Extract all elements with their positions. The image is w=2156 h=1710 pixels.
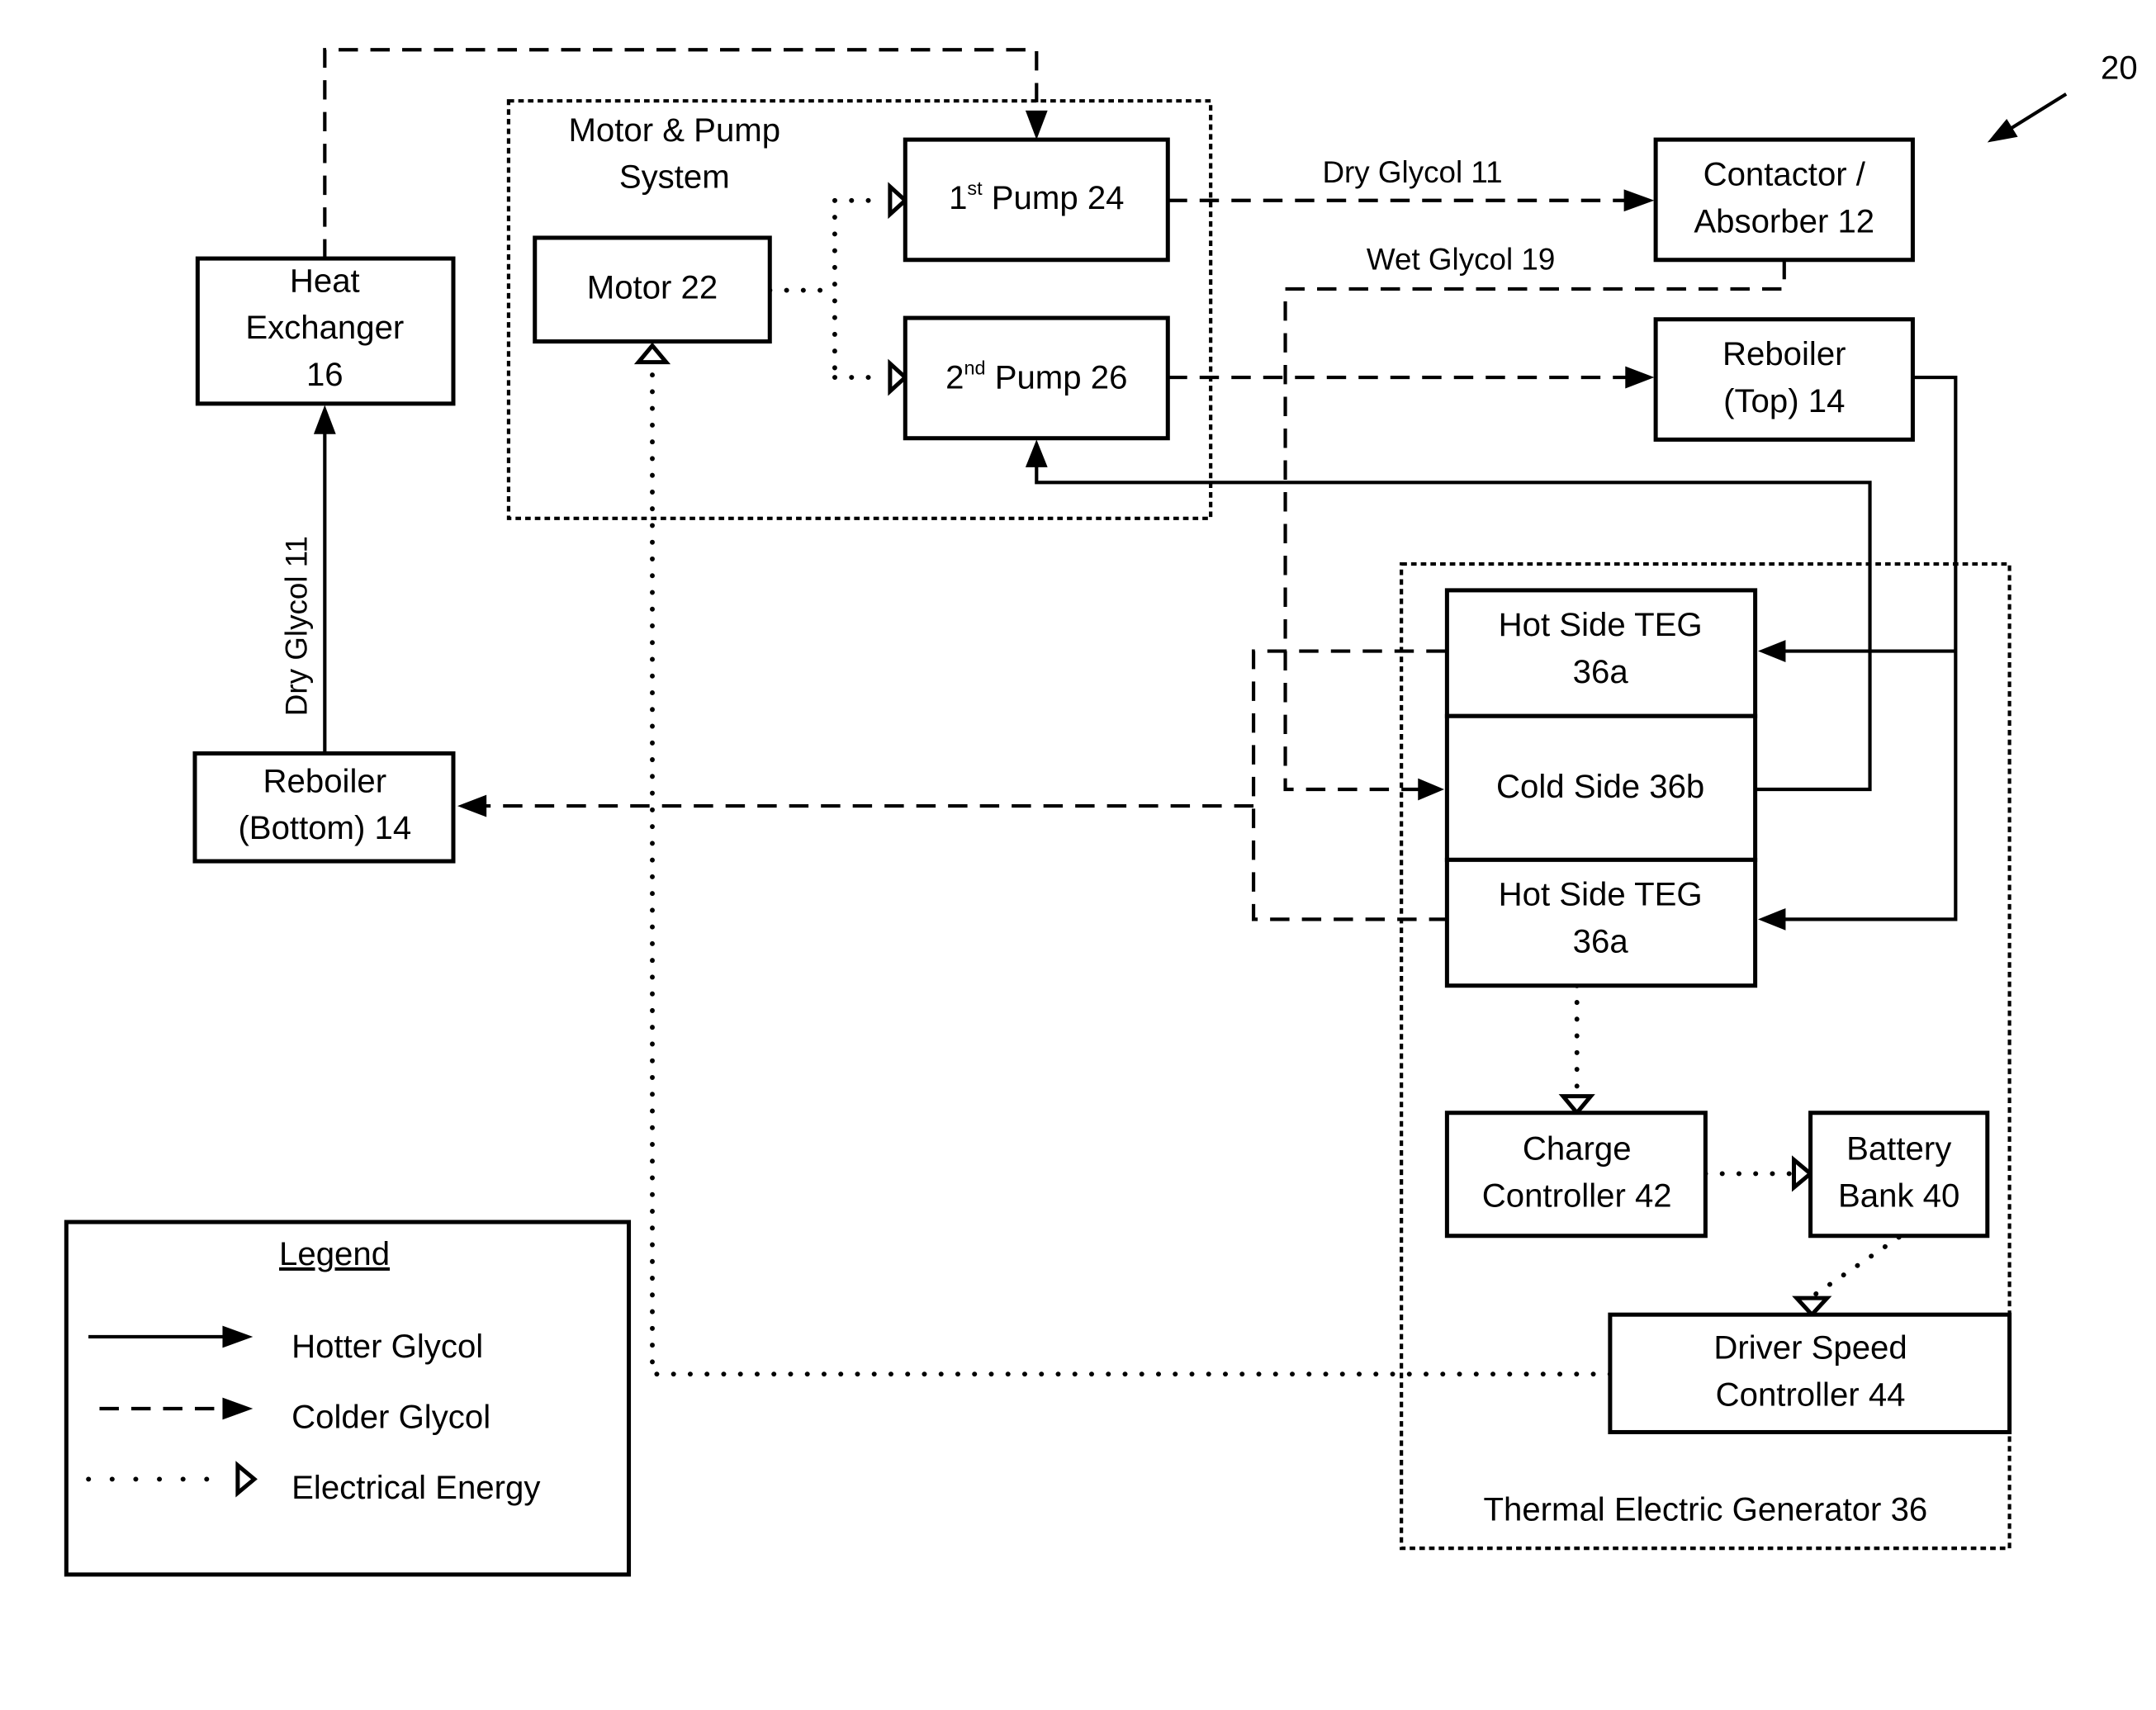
motor-pump-group-label-line2: System <box>619 159 730 196</box>
hot-side-top-label-2: 36a <box>1573 653 1629 690</box>
charge-controller-label-1: Charge <box>1523 1130 1632 1168</box>
legend-title: Legend <box>279 1235 390 1272</box>
heat-exchanger-block[interactable]: Heat Exchanger 16 <box>195 256 456 406</box>
flow-label-wet-glycol: Wet Glycol 19 <box>1367 242 1555 276</box>
elec-head-motor <box>633 342 671 365</box>
motor-pump-group-label-line1: Motor & Pump <box>568 111 780 149</box>
arrowhead-reboiler-bottom-in <box>457 794 487 817</box>
driver-speed-controller-block[interactable]: Driver Speed Controller 44 <box>1608 1312 2012 1434</box>
reboiler-bottom-label-1: Reboiler <box>263 762 387 799</box>
heat-exchanger-label-2: Exchanger <box>245 309 404 346</box>
elec-motor-to-pumps <box>767 197 888 380</box>
hot-side-teg-top-block[interactable]: Hot Side TEG 36a <box>1444 588 1758 718</box>
elec-battery-to-driver <box>1809 1234 1902 1300</box>
reboiler-bottom-block[interactable]: Reboiler (Bottom) 14 <box>192 751 456 864</box>
contactor-label-2: Absorber 12 <box>1694 202 1874 239</box>
arrowhead-contactor-in <box>1623 189 1655 212</box>
flow-label-dry-glycol-vertical: Dry Glycol 11 <box>280 536 314 716</box>
arrowhead-cold-side-in <box>1418 778 1445 801</box>
legend: Legend Hotter Glycol Colder Glycol Elect… <box>64 1220 632 1577</box>
reboiler-bottom-label-2: (Bottom) 14 <box>238 809 411 846</box>
cold-side-block[interactable]: Cold Side 36b <box>1444 713 1758 862</box>
figure-ref-number: 20 <box>2101 49 2138 86</box>
elec-head-pump2 <box>888 358 909 396</box>
teg-group-label: Thermal Electric Generator 36 <box>1483 1491 1927 1528</box>
arrowhead-reboiler-top-in <box>1625 366 1655 389</box>
reboiler-top-label-1: Reboiler <box>1722 335 1846 372</box>
elec-head-battery <box>1791 1155 1814 1192</box>
legend-electrical-label: Electrical Energy <box>291 1469 540 1506</box>
elec-head-pump1 <box>888 182 909 220</box>
legend-hotter-label: Hotter Glycol <box>291 1328 483 1365</box>
heat-exchanger-label-1: Heat <box>290 262 360 299</box>
elec-head-driver <box>1792 1296 1832 1318</box>
cold-side-label: Cold Side 36b <box>1496 768 1704 805</box>
contactor-label-1: Contactor / <box>1703 155 1866 192</box>
reboiler-top-block[interactable]: Reboiler (Top) 14 <box>1653 317 1915 442</box>
charge-controller-label-2: Controller 42 <box>1482 1177 1672 1215</box>
battery-bank-label-1: Battery <box>1846 1130 1951 1168</box>
motor-block[interactable]: Motor 22 <box>533 235 772 344</box>
arrowhead-hot-side-top-in <box>1757 640 1786 662</box>
hot-side-bottom-label-1: Hot Side TEG <box>1499 876 1703 913</box>
pump1-block[interactable]: 1st Pump 24 <box>903 137 1170 263</box>
flow-label-dry-glycol-top: Dry Glycol 11 <box>1322 155 1502 189</box>
charge-controller-block[interactable]: Charge Controller 42 <box>1444 1111 1708 1239</box>
arrowhead-pump1-in <box>1025 110 1048 140</box>
glycol-teg-system-diagram: 20 Motor & Pump System Thermal Electric … <box>64 48 2138 1577</box>
flow-hot-sides-to-reboiler-bottom <box>483 649 1446 921</box>
reboiler-top-label-2: (Top) 14 <box>1723 382 1845 419</box>
motor-label: Motor 22 <box>587 269 718 306</box>
driver-speed-label-2: Controller 44 <box>1716 1376 1906 1414</box>
contactor-absorber-block[interactable]: Contactor / Absorber 12 <box>1653 137 1915 263</box>
heat-exchanger-label-3: 16 <box>306 356 344 393</box>
arrowhead-hot-side-bottom-in <box>1757 907 1786 931</box>
figure-ref-arrow <box>1987 92 2068 143</box>
arrowhead-pump2-in <box>1025 439 1048 467</box>
hot-side-top-label-1: Hot Side TEG <box>1499 606 1703 643</box>
hot-side-teg-bottom-block[interactable]: Hot Side TEG 36a <box>1444 857 1758 988</box>
battery-bank-block[interactable]: Battery Bank 40 <box>1808 1111 1990 1239</box>
pump2-block[interactable]: 2nd Pump 26 <box>903 315 1170 441</box>
elec-head-charge-controller <box>1558 1094 1595 1116</box>
driver-speed-label-1: Driver Speed <box>1713 1329 1907 1367</box>
battery-bank-label-2: Bank 40 <box>1838 1177 1959 1215</box>
hot-side-bottom-label-2: 36a <box>1573 923 1629 960</box>
legend-colder-label: Colder Glycol <box>291 1398 490 1435</box>
arrowhead-hx-in <box>313 405 336 434</box>
